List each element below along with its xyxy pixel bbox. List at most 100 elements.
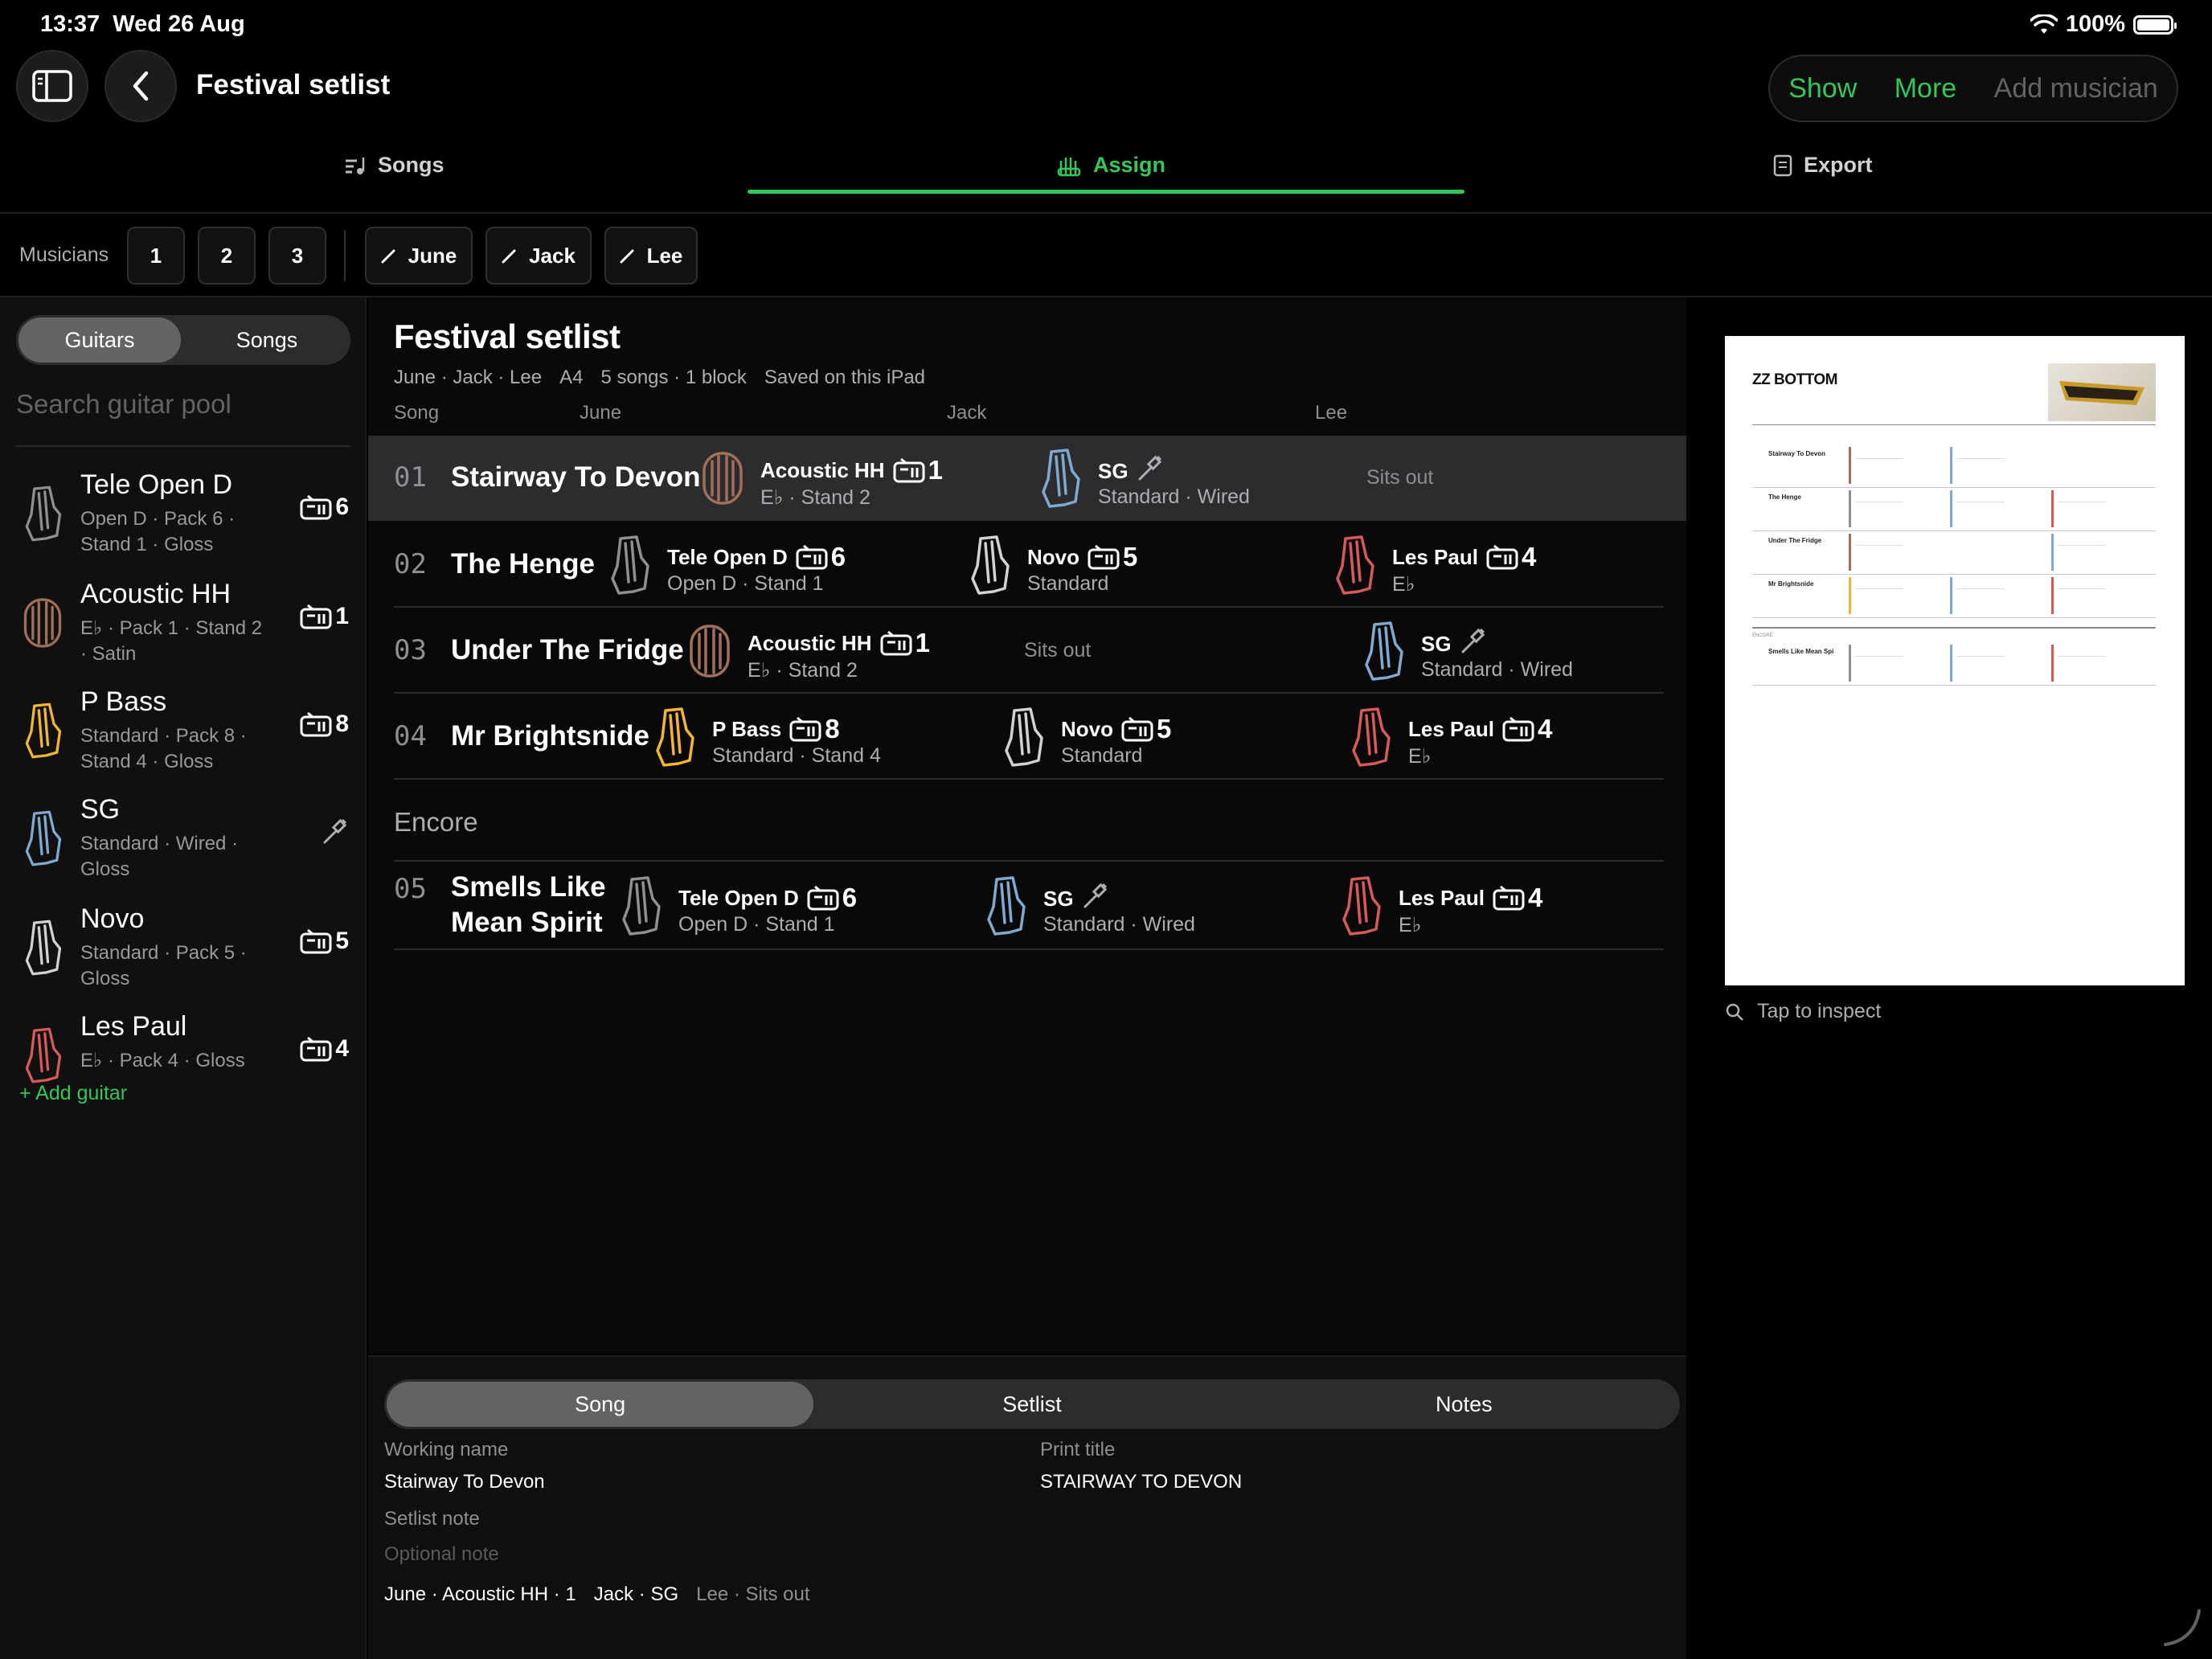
guitar-pool-item[interactable]: Acoustic HH E♭ · Pack 1 · Stand 2 · Satin… (19, 579, 349, 675)
rename-jack-button[interactable]: Jack (485, 227, 592, 285)
rename-lee-button[interactable]: Lee (604, 227, 698, 285)
song-row-02[interactable]: 02 The Henge Tele Open D 6 Open D · Stand… (394, 522, 1664, 608)
preview-assignment-bar (2051, 490, 2054, 527)
seg-notes[interactable]: Notes (1251, 1382, 1677, 1427)
jack-sits-out: Sits out (1024, 639, 1092, 662)
preview-song-title: Smells Like Mean Spi (1768, 648, 1834, 655)
resize-handle-icon[interactable] (2162, 1608, 2204, 1648)
print-title-field[interactable]: STAIRWAY TO DEVON (1040, 1471, 1242, 1493)
guitar-pool-item[interactable]: P Bass Standard · Pack 8 · Stand 4 · Glos… (19, 686, 349, 783)
musicians-label: Musicians (19, 244, 109, 266)
amp-pack-badge: 1 (880, 628, 930, 658)
amp-pack-badge: 6 (300, 494, 349, 521)
band-logo (2048, 363, 2156, 421)
working-name-field[interactable]: Stairway To Devon (384, 1471, 545, 1493)
seg-songs[interactable]: Songs (186, 317, 348, 363)
musician-count-3[interactable]: 3 (268, 227, 326, 285)
back-button[interactable] (104, 50, 177, 122)
setlist-note-field[interactable]: Optional note (384, 1543, 499, 1566)
guitar-details: E♭ · Stand 2 (760, 486, 870, 509)
block-header-encore: Encore (394, 807, 478, 837)
guitar-pool-item[interactable]: SG Standard · Wired · Gloss (19, 794, 349, 891)
preview-assignment-detail (1855, 458, 1903, 474)
status-indicators: 100% (2030, 11, 2177, 38)
preview-block-rule (1752, 627, 2156, 629)
preview-song-title: Stairway To Devon (1768, 450, 1825, 457)
song-row-04[interactable]: 04 Mr Brightsnide P Bass 8 Standard · Sta… (394, 694, 1664, 780)
amp-pack-badge: 6 (796, 542, 846, 572)
guitar-name: Novo (80, 903, 145, 934)
rename-june-button[interactable]: June (365, 227, 473, 285)
amp-icon (1486, 544, 1518, 570)
musician-count-2[interactable]: 2 (198, 227, 256, 285)
preview-assignment-detail (2058, 656, 2106, 672)
les-paul-guitar-icon (1342, 876, 1381, 936)
guitar-details: Standard · Stand 4 (712, 744, 881, 767)
amp-icon (807, 885, 839, 911)
sg-guitar-icon (987, 876, 1026, 936)
guitar-details: Standard · Wired (1098, 485, 1250, 508)
guitar-name: SG (1421, 632, 1452, 656)
seg-guitars[interactable]: Guitars (18, 317, 181, 363)
status-time: 13:37 Wed 26 Aug (40, 11, 245, 37)
pencil-icon (502, 249, 516, 264)
tap-to-inspect[interactable]: Tap to inspect (1725, 1000, 1881, 1023)
add-musician-button[interactable]: Add musician (1989, 73, 2163, 104)
preview-row-rule (1752, 574, 2156, 575)
song-title: Stairway To Devon (451, 461, 701, 493)
magnifier-icon (1726, 1003, 1743, 1021)
preview-row-rule (1752, 685, 2156, 686)
guitar-name: P Bass (712, 716, 782, 741)
amp-icon (300, 928, 332, 954)
divider (344, 230, 346, 281)
guitar-name: Novo (1027, 544, 1079, 569)
tab-songs[interactable]: Songs (344, 153, 444, 178)
musician-count-1[interactable]: 1 (127, 227, 185, 285)
tab-export[interactable]: Export (1773, 153, 1873, 178)
meta-saved: Saved on this iPad (764, 367, 926, 388)
summary-june: June · Acoustic HH · 1 (384, 1583, 576, 1605)
guitar-pool-item[interactable]: Novo Standard · Pack 5 · Gloss 5 (19, 903, 349, 1000)
summary-jack: Jack · SG (593, 1583, 679, 1605)
song-title: Smells Like Mean Spirit (451, 871, 606, 938)
search-guitar-input[interactable]: Search guitar pool (16, 389, 231, 420)
les-paul-guitar-icon (1336, 535, 1374, 595)
add-guitar-button[interactable]: + Add guitar (19, 1082, 127, 1105)
sidebar-toggle-button[interactable] (16, 50, 88, 122)
cable-icon (1138, 455, 1161, 481)
guitar-name: Acoustic HH (80, 579, 231, 609)
song-number: 04 (394, 720, 427, 752)
preview-assignment-bar (2051, 645, 2054, 682)
preview-song-title: The Henge (1768, 494, 1801, 501)
seg-song[interactable]: Song (387, 1382, 814, 1427)
guitar-details: Open D · Pack 6 · Stand 1 · Gloss (80, 508, 236, 555)
wired-cable-icon (1460, 628, 1487, 661)
guitar-name: Tele Open D (667, 544, 788, 569)
guitar-name: Tele Open D (678, 885, 799, 910)
tab-songs-label: Songs (378, 153, 444, 177)
show-button[interactable]: Show (1784, 73, 1862, 104)
print-preview[interactable] (1725, 336, 2185, 985)
song-row-05[interactable]: 05 Smells Like Mean Spirit Tele Open D6 … (394, 862, 1664, 950)
novo-guitar-icon (25, 920, 62, 976)
tab-assign-indicator (748, 190, 1464, 194)
lee-sits-out: Sits out (1366, 466, 1434, 489)
tele-guitar-icon (611, 535, 649, 595)
guitar-details: Standard · Wired (1421, 658, 1573, 681)
print-title-label: Print title (1040, 1439, 1116, 1460)
guitar-details: Standard · Pack 8 · Stand 4 · Gloss (80, 725, 247, 772)
guitar-name: Tele Open D (80, 469, 232, 500)
meta-paper: A4 (559, 367, 584, 388)
more-button[interactable]: More (1890, 73, 1961, 104)
song-row-01[interactable]: 01 Stairway To Devon Acoustic HH 1 E♭ · S… (368, 436, 1686, 521)
amp-icon (1493, 885, 1525, 911)
song-row-03[interactable]: 03 Under The Fridge Acoustic HH 1 E♭ · St… (394, 608, 1664, 694)
guitar-pool-item[interactable]: Tele Open D Open D · Pack 6 · Stand 1 · G… (19, 469, 349, 566)
preview-assignment-detail (1956, 502, 2005, 518)
seg-setlist[interactable]: Setlist (818, 1382, 1245, 1427)
amp-icon (796, 544, 828, 570)
guitar-details: Standard · Wired (1043, 913, 1195, 936)
meta-musicians: June · Jack · Lee (394, 367, 543, 388)
tab-assign[interactable]: Assign (1056, 153, 1165, 178)
guitar-details: E♭ (1408, 745, 1432, 768)
